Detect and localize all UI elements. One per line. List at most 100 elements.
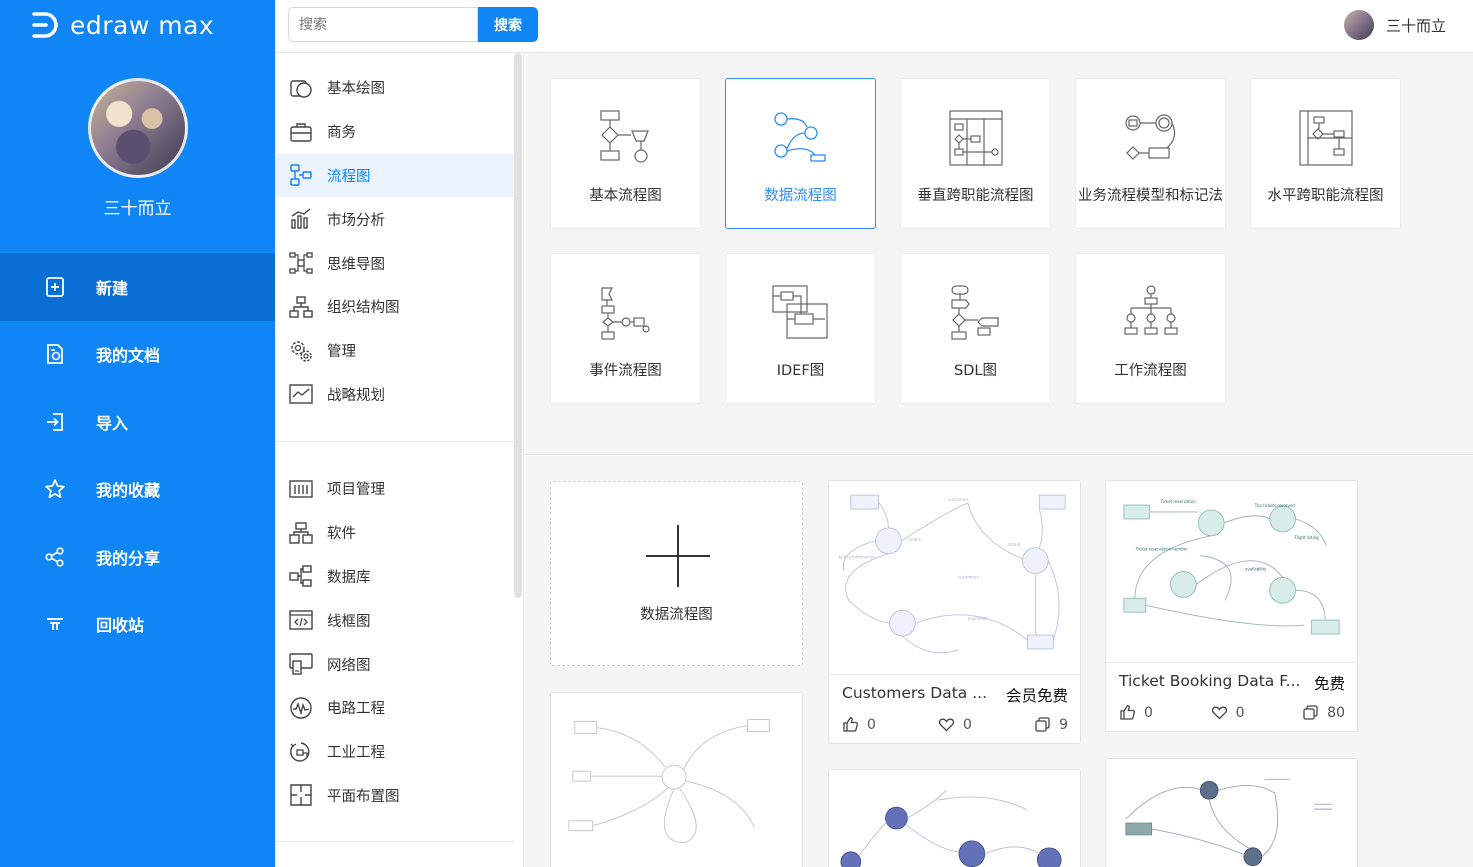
category-circuit[interactable]: 电路工程 (275, 686, 514, 730)
like-stat[interactable]: 0 (1119, 704, 1153, 721)
type-label: 数据流程图 (764, 188, 837, 204)
like-count: 0 (867, 716, 876, 733)
industrial-icon (289, 740, 313, 764)
type-label: 业务流程模型和标记法 (1078, 188, 1223, 204)
category-wireframe[interactable]: 线框图 (275, 598, 514, 642)
copy-stat[interactable]: 80 (1302, 704, 1345, 721)
category-strategy[interactable]: 战略规划 (275, 373, 514, 417)
user-avatar[interactable] (88, 78, 188, 178)
svg-text:customers: customers (948, 497, 969, 502)
category-list-secondary: 项目管理 软件 数据库 线框图 网络图 电路工程 工业工程 平面布置图 (275, 467, 514, 817)
bpmn-icon (1125, 114, 1176, 160)
type-idef[interactable]: IDEF图 (725, 253, 876, 404)
svg-text:Trip tickets reserved: Trip tickets reserved (1254, 503, 1295, 508)
template-thumbnail: customers billing information customers pay… (829, 481, 1080, 675)
category-market-analysis[interactable]: 市场分析 (275, 197, 514, 241)
category-business[interactable]: 商务 (275, 110, 514, 154)
category-label: 电路工程 (327, 701, 385, 718)
user-name-top: 三十而立 (1385, 16, 1446, 35)
plus-icon (677, 525, 679, 587)
favorite-count: 0 (963, 716, 972, 733)
svg-text:orders: orders (908, 537, 921, 542)
thumbs-up-icon (1120, 704, 1136, 720)
thumbs-up-icon (843, 716, 859, 732)
template-card-partial[interactable] (828, 769, 1081, 867)
category-scrollbar[interactable] (514, 53, 522, 598)
nav-item-import[interactable]: 导入 (0, 388, 275, 456)
category-org-chart[interactable]: 组织结构图 (275, 285, 514, 329)
type-bpmn[interactable]: 业务流程模型和标记法 (1075, 78, 1226, 229)
search-input[interactable] (288, 7, 478, 42)
template-card-ticket-booking[interactable]: Ticket reservation Trip tickets reserved T… (1105, 480, 1358, 732)
copy-stat[interactable]: 9 (1034, 716, 1068, 733)
template-card-customers[interactable]: customers billing information customers pay… (828, 480, 1081, 744)
recycle-bin-icon (44, 613, 66, 635)
nav-label: 我的收藏 (96, 481, 161, 501)
category-network[interactable]: 网络图 (275, 642, 514, 686)
logo-text: edraw max (70, 10, 215, 40)
category-industrial[interactable]: 工业工程 (275, 730, 514, 774)
category-project-management[interactable]: 项目管理 (275, 467, 514, 511)
like-stat[interactable]: 0 (842, 716, 876, 733)
category-label: 战略规划 (327, 387, 385, 404)
type-data-flow[interactable]: 数据流程图 (725, 78, 876, 229)
category-divider (275, 841, 514, 842)
category-basic-drawing[interactable]: 基本绘图 (275, 66, 514, 110)
heart-icon (1211, 706, 1227, 720)
category-database[interactable]: 数据库 (275, 555, 514, 599)
copy-count: 9 (1059, 716, 1068, 733)
category-label: 流程图 (327, 168, 371, 185)
type-label: 水平跨职能流程图 (1267, 188, 1384, 204)
workflow-icon (1124, 285, 1178, 335)
category-divider (275, 441, 514, 442)
data-flow-icon (774, 112, 826, 162)
nav-item-my-documents[interactable]: 我的文档 (0, 321, 275, 389)
type-vertical-cross-functional[interactable]: 垂直跨职能流程图 (900, 78, 1051, 229)
copy-icon (1035, 717, 1050, 732)
nav-item-recycle-bin[interactable]: 回收站 (0, 591, 275, 659)
category-flowchart[interactable]: 流程图 (275, 153, 514, 198)
org-chart-icon (289, 295, 313, 319)
new-blank-diagram-card[interactable]: 数据流程图 (550, 481, 803, 666)
template-card-partial[interactable] (1105, 758, 1358, 867)
type-label: 垂直跨职能流程图 (917, 188, 1034, 204)
user-avatar-small[interactable] (1343, 10, 1374, 40)
type-basic-flowchart[interactable]: 基本流程图 (550, 78, 701, 229)
category-floorplan[interactable]: 平面布置图 (275, 774, 514, 818)
category-label: 组织结构图 (327, 300, 400, 317)
template-types-panel: 基本流程图 数据流程图 垂直跨职能流程图 业务流程模型和标记法 水平跨职能流程图… (525, 53, 1473, 455)
favorite-stat[interactable]: 0 (938, 716, 972, 733)
nav-item-favorites[interactable]: 我的收藏 (0, 456, 275, 524)
template-title: Customers Data ... (842, 684, 988, 702)
main-nav: 新建 我的文档 导入 我的收藏 我的分享 回收站 (0, 253, 275, 658)
type-event-flow[interactable]: 事件流程图 (550, 253, 701, 404)
strategy-icon (289, 382, 313, 406)
idef-icon (772, 285, 828, 339)
svg-text:details: details (1008, 542, 1021, 547)
template-card-partial[interactable] (550, 692, 803, 867)
nav-item-shares[interactable]: 我的分享 (0, 523, 275, 591)
template-badge: 会员免费 (1005, 687, 1068, 705)
basic-flowchart-icon (600, 110, 649, 163)
category-software[interactable]: 软件 (275, 511, 514, 555)
category-label: 基本绘图 (327, 81, 385, 98)
copy-count: 80 (1327, 704, 1345, 721)
category-label: 思维导图 (327, 256, 385, 273)
type-sdl[interactable]: SDL图 (900, 253, 1051, 404)
category-mindmap[interactable]: 思维导图 (275, 241, 514, 285)
template-thumbnail: Ticket reservation Trip tickets reserved T… (1106, 481, 1357, 663)
nav-item-new[interactable]: 新建 (0, 253, 275, 321)
category-management[interactable]: 管理 (275, 329, 514, 373)
copy-icon (1303, 705, 1318, 720)
type-horizontal-cross-functional[interactable]: 水平跨职能流程图 (1250, 78, 1401, 229)
briefcase-icon (289, 120, 313, 144)
type-workflow[interactable]: 工作流程图 (1075, 253, 1226, 404)
search-button[interactable]: 搜索 (478, 7, 538, 42)
basic-drawing-icon (289, 76, 313, 100)
heart-icon (938, 718, 955, 732)
event-flow-icon (601, 287, 650, 340)
favorite-count: 0 (1235, 704, 1245, 721)
favorite-stat[interactable]: 0 (1211, 704, 1245, 721)
app-logo[interactable]: edraw max (30, 8, 214, 42)
user-menu[interactable]: 三十而立 (1343, 10, 1446, 40)
